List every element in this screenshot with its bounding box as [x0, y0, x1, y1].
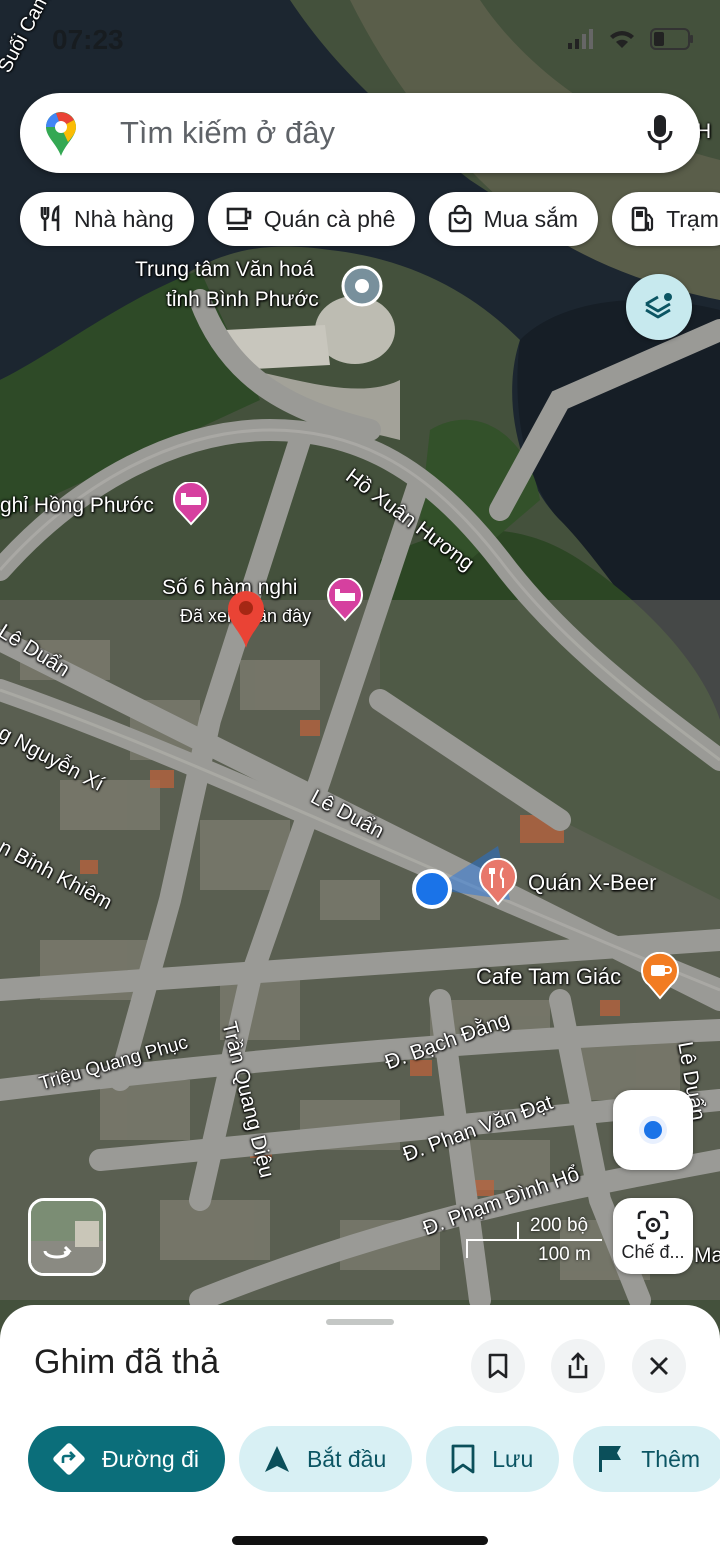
- signal-icon: [568, 29, 593, 49]
- google-maps-logo-icon: [46, 112, 76, 156]
- share-icon: [568, 1352, 588, 1379]
- lens-mode-button[interactable]: Chế đ...: [613, 1198, 693, 1274]
- coffee-icon: [226, 207, 252, 230]
- chip-restaurants[interactable]: Nhà hàng: [20, 192, 194, 246]
- map-label-quan-x-beer: Quán X-Beer: [528, 870, 657, 895]
- wifi-icon: [610, 31, 634, 48]
- chip-label: Trạm: [666, 205, 719, 232]
- chip-gas-stations[interactable]: Trạm: [612, 192, 720, 246]
- bookmark-icon: [488, 1353, 508, 1379]
- bottom-sheet: Ghim đã thả Đường đi Bắt đầu Lưu Thêm: [0, 1305, 720, 1557]
- gas-station-icon: [631, 206, 654, 232]
- map-label-culture-center: Trung tâm Văn hoá: [135, 258, 314, 281]
- landmark-pin-icon: [341, 265, 383, 307]
- directions-button[interactable]: Đường đi: [28, 1426, 225, 1492]
- map-label-ma: Ma: [694, 1244, 720, 1267]
- restaurant-marker-x-beer[interactable]: [478, 857, 518, 911]
- battery-icon: [650, 28, 693, 50]
- map-label-culture-center-2: tỉnh Bình Phước: [166, 288, 319, 311]
- add-label-label: Thêm: [641, 1445, 701, 1472]
- coffee-icon: [641, 951, 679, 1000]
- dropped-pin[interactable]: [224, 588, 268, 655]
- directions-label: Đường đi: [102, 1445, 199, 1472]
- sheet-title: Ghim đã thả: [34, 1343, 220, 1381]
- culture-center-marker[interactable]: [340, 264, 384, 313]
- close-button[interactable]: [632, 1339, 686, 1393]
- chip-cafes[interactable]: Quán cà phê: [207, 192, 416, 246]
- chip-label: Quán cà phê: [263, 205, 396, 232]
- drag-handle[interactable]: [326, 1319, 394, 1325]
- shopping-bag-icon: [449, 205, 472, 233]
- add-label-button[interactable]: Thêm: [573, 1426, 720, 1492]
- lens-mode-label: Chế đ...: [621, 1241, 685, 1262]
- street-view-thumbnail[interactable]: [28, 1198, 106, 1276]
- camera-lens-icon: [637, 1210, 669, 1239]
- search-bar[interactable]: Tìm kiếm ở đây: [20, 93, 700, 173]
- layers-icon: [645, 293, 672, 319]
- microphone-icon[interactable]: [646, 113, 674, 153]
- start-button[interactable]: Bắt đầu: [238, 1426, 413, 1492]
- status-bar: 07:23: [0, 0, 720, 80]
- scale-bar: 200 bộ 100 m: [464, 1212, 604, 1268]
- scale-metric: 100 m: [538, 1244, 591, 1265]
- layers-button[interactable]: [626, 274, 692, 340]
- restaurant-icon: [40, 205, 60, 231]
- hotel-icon: [327, 577, 363, 622]
- my-location-button[interactable]: [613, 1090, 693, 1170]
- action-buttons: Đường đi Bắt đầu Lưu Thêm: [28, 1426, 720, 1492]
- hotel-marker-so6[interactable]: [326, 577, 364, 627]
- map-label-cafe-tam-giac: Cafe Tam Giác: [476, 964, 622, 989]
- start-label: Bắt đầu: [306, 1445, 387, 1472]
- directions-icon: [53, 1443, 85, 1475]
- save-icon-button[interactable]: [471, 1339, 525, 1393]
- save-label: Lưu: [492, 1445, 534, 1472]
- chip-shopping[interactable]: Mua sắm: [429, 192, 599, 246]
- save-button[interactable]: Lưu: [426, 1426, 560, 1492]
- search-input[interactable]: Tìm kiếm ở đây: [120, 115, 335, 151]
- status-time: 07:23: [52, 24, 124, 55]
- home-indicator[interactable]: [232, 1536, 488, 1545]
- flag-icon: [599, 1446, 622, 1472]
- chip-label: Mua sắm: [483, 205, 579, 232]
- chip-label: Nhà hàng: [74, 205, 174, 232]
- cafe-marker-tam-giac[interactable]: [640, 951, 680, 1005]
- scale-imperial: 200 bộ: [530, 1215, 589, 1236]
- map-label-hong-phuoc: ghỉ Hồng Phước: [0, 494, 154, 517]
- category-chips: Nhà hàng Quán cà phê Mua sắm Trạm: [20, 192, 720, 248]
- hotel-marker-hong-phuoc[interactable]: [172, 481, 210, 531]
- share-button[interactable]: [551, 1339, 605, 1393]
- close-icon: [650, 1357, 668, 1375]
- restaurant-icon: [479, 857, 517, 906]
- bookmark-icon: [451, 1444, 475, 1474]
- street-view-icon: [31, 1201, 103, 1273]
- red-pin-icon: [228, 591, 264, 648]
- my-location-icon: [639, 1116, 667, 1144]
- navigation-arrow-icon: [264, 1446, 289, 1472]
- hotel-icon: [173, 481, 209, 526]
